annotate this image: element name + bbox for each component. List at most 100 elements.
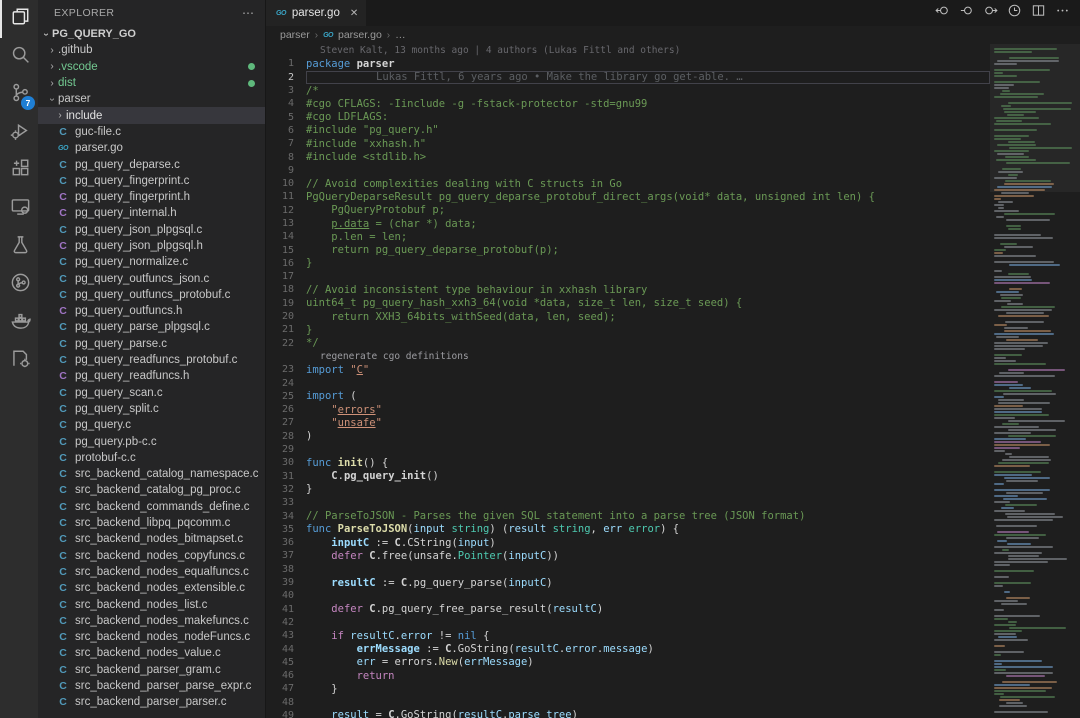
code-line-18[interactable]: 18// Avoid inconsistent type behaviour i… xyxy=(266,283,990,296)
code-line-29[interactable]: 29 xyxy=(266,443,990,456)
code-line-35[interactable]: 35func ParseToJSON(input string) (result… xyxy=(266,523,990,536)
code-line-8[interactable]: 8#include <stdlib.h> xyxy=(266,150,990,163)
sidebar-more-actions-icon[interactable]: ⋯ xyxy=(242,6,255,20)
open-changes-button[interactable] xyxy=(956,3,976,23)
tree-file-pg_query_scan.c[interactable]: Cpg_query_scan.c xyxy=(38,385,265,401)
more-actions-button[interactable] xyxy=(1052,3,1072,23)
open-changes-with-previous-revision-button[interactable] xyxy=(932,3,952,23)
code-line-33[interactable]: 33 xyxy=(266,496,990,509)
code-line-2[interactable]: 2Lukas Fittl, 6 years ago • Make the lib… xyxy=(266,71,990,84)
code-line-10[interactable]: 10// Avoid complexities dealing with C s… xyxy=(266,177,990,190)
code-line-12[interactable]: 12 PgQueryProtobuf p; xyxy=(266,204,990,217)
code-line-37[interactable]: 37 defer C.free(unsafe.Pointer(inputC)) xyxy=(266,549,990,562)
code-line-36[interactable]: 36 inputC := C.CString(input) xyxy=(266,536,990,549)
code-line-23[interactable]: 23import "C" xyxy=(266,363,990,376)
tree-file-src_backend_nodes_value.c[interactable]: Csrc_backend_nodes_value.c xyxy=(38,645,265,661)
tree-file-src_backend_nodes_makefuncs.c[interactable]: Csrc_backend_nodes_makefuncs.c xyxy=(38,613,265,629)
code-line-15[interactable]: 15 return pg_query_deparse_protobuf(p); xyxy=(266,243,990,256)
tree-root-pg_query_go[interactable]: ›PG_QUERY_GO xyxy=(38,26,265,42)
code-line-39[interactable]: 39 resultC := C.pg_query_parse(inputC) xyxy=(266,576,990,589)
tab-parser-go[interactable]: GO parser.go ✕ xyxy=(266,0,366,26)
tree-file-src_backend_nodes_copyfuncs.c[interactable]: Csrc_backend_nodes_copyfuncs.c xyxy=(38,548,265,564)
tree-folder-.github[interactable]: ›.github xyxy=(38,42,265,58)
tree-file-pg_query_json_plpgsql.c[interactable]: Cpg_query_json_plpgsql.c xyxy=(38,222,265,238)
tree-file-guc-file.c[interactable]: Cguc-file.c xyxy=(38,124,265,140)
tree-file-pg_query.c[interactable]: Cpg_query.c xyxy=(38,417,265,433)
code-line-20[interactable]: 20 return XXH3_64bits_withSeed(data, len… xyxy=(266,310,990,323)
code-line-17[interactable]: 17 xyxy=(266,270,990,283)
activitybar-extensions[interactable] xyxy=(0,152,38,190)
editor-pane[interactable]: Steven Kalt, 13 months ago | 4 authors (… xyxy=(266,44,1080,718)
tree-file-src_backend_nodes_bitmapset.c[interactable]: Csrc_backend_nodes_bitmapset.c xyxy=(38,531,265,547)
code-line-38[interactable]: 38 xyxy=(266,563,990,576)
tree-file-parser.go[interactable]: GOparser.go xyxy=(38,140,265,156)
code-line-42[interactable]: 42 xyxy=(266,616,990,629)
tree-file-pg_query_split.c[interactable]: Cpg_query_split.c xyxy=(38,401,265,417)
code-area[interactable]: Steven Kalt, 13 months ago | 4 authors (… xyxy=(266,44,990,718)
activitybar-search[interactable] xyxy=(0,38,38,76)
breadcrumb-symbol[interactable]: … xyxy=(395,29,406,41)
tree-file-pg_query_fingerprint.c[interactable]: Cpg_query_fingerprint.c xyxy=(38,173,265,189)
tree-file-src_backend_parser_gram.c[interactable]: Csrc_backend_parser_gram.c xyxy=(38,662,265,678)
code-line-11[interactable]: 11PgQueryDeparseResult pg_query_deparse_… xyxy=(266,190,990,203)
tree-file-pg_query_json_plpgsql.h[interactable]: Cpg_query_json_plpgsql.h xyxy=(38,238,265,254)
tree-file-src_backend_libpq_pqcomm.c[interactable]: Csrc_backend_libpq_pqcomm.c xyxy=(38,515,265,531)
code-line-13[interactable]: 13 p.data = (char *) data; xyxy=(266,217,990,230)
tree-file-protobuf-c.c[interactable]: Cprotobuf-c.c xyxy=(38,450,265,466)
code-line-47[interactable]: 47 } xyxy=(266,682,990,695)
activitybar-explorer[interactable] xyxy=(0,0,38,38)
code-line-49[interactable]: 49 result = C.GoString(resultC.parse_tre… xyxy=(266,709,990,718)
tree-file-pg_query_fingerprint.h[interactable]: Cpg_query_fingerprint.h xyxy=(38,189,265,205)
code-line-3[interactable]: 3/* xyxy=(266,84,990,97)
tree-file-src_backend_nodes_list.c[interactable]: Csrc_backend_nodes_list.c xyxy=(38,596,265,612)
code-line-21[interactable]: 21} xyxy=(266,323,990,336)
code-line-9[interactable]: 9 xyxy=(266,164,990,177)
tree-file-pg_query_parse_plpgsql.c[interactable]: Cpg_query_parse_plpgsql.c xyxy=(38,319,265,335)
tab-close-icon[interactable]: ✕ xyxy=(350,8,358,19)
code-line-7[interactable]: 7#include "xxhash.h" xyxy=(266,137,990,150)
tree-file-pg_query_outfuncs_protobuf.c[interactable]: Cpg_query_outfuncs_protobuf.c xyxy=(38,287,265,303)
code-line-4[interactable]: 4#cgo CFLAGS: -Iinclude -g -fstack-prote… xyxy=(266,97,990,110)
tree-file-pg_query.pb-c.c[interactable]: Cpg_query.pb-c.c xyxy=(38,433,265,449)
code-line-19[interactable]: 19uint64_t pg_query_hash_xxh3_64(void *d… xyxy=(266,297,990,310)
activitybar-remote-explorer[interactable] xyxy=(0,190,38,228)
tree-folder-.vscode[interactable]: ›.vscode xyxy=(38,59,265,75)
code-line-25[interactable]: 25import ( xyxy=(266,390,990,403)
tree-folder-parser[interactable]: ›parser xyxy=(38,91,265,107)
activitybar-gitlens[interactable] xyxy=(0,266,38,304)
activitybar-file-settings[interactable] xyxy=(0,342,38,380)
activitybar-source-control[interactable]: 7 xyxy=(0,76,38,114)
tree-folder-dist[interactable]: ›dist xyxy=(38,75,265,91)
code-line-46[interactable]: 46 return xyxy=(266,669,990,682)
tree-file-src_backend_catalog_pg_proc.c[interactable]: Csrc_backend_catalog_pg_proc.c xyxy=(38,482,265,498)
tree-file-src_backend_nodes_equalfuncs.c[interactable]: Csrc_backend_nodes_equalfuncs.c xyxy=(38,564,265,580)
code-line-16[interactable]: 16} xyxy=(266,257,990,270)
tree-file-pg_query_parse.c[interactable]: Cpg_query_parse.c xyxy=(38,336,265,352)
tree-file-src_backend_commands_define.c[interactable]: Csrc_backend_commands_define.c xyxy=(38,499,265,515)
code-line-1[interactable]: 1package parser xyxy=(266,57,990,70)
code-line-41[interactable]: 41 defer C.pg_query_free_parse_result(re… xyxy=(266,602,990,615)
breadcrumb-file[interactable]: parser.go xyxy=(338,29,382,41)
code-line-24[interactable]: 24 xyxy=(266,376,990,389)
code-line-45[interactable]: 45 err = errors.New(errMessage) xyxy=(266,656,990,669)
activitybar-testing[interactable] xyxy=(0,228,38,266)
code-line-43[interactable]: 43 if resultC.error != nil { xyxy=(266,629,990,642)
code-line-31[interactable]: 31 C.pg_query_init() xyxy=(266,470,990,483)
code-line-48[interactable]: 48 xyxy=(266,696,990,709)
code-line-26[interactable]: 26 "errors" xyxy=(266,403,990,416)
tree-file-pg_query_deparse.c[interactable]: Cpg_query_deparse.c xyxy=(38,156,265,172)
code-line-14[interactable]: 14 p.len = len; xyxy=(266,230,990,243)
tree-file-src_backend_nodes_extensible.c[interactable]: Csrc_backend_nodes_extensible.c xyxy=(38,580,265,596)
code-line-30[interactable]: 30func init() { xyxy=(266,456,990,469)
tree-file-src_backend_nodes_nodeFuncs.c[interactable]: Csrc_backend_nodes_nodeFuncs.c xyxy=(38,629,265,645)
tree-folder-include[interactable]: ›include xyxy=(38,107,265,123)
split-editor-button[interactable] xyxy=(1028,3,1048,23)
code-line-5[interactable]: 5#cgo LDFLAGS: xyxy=(266,110,990,123)
tree-file-pg_query_internal.h[interactable]: Cpg_query_internal.h xyxy=(38,205,265,221)
activitybar-run-debug[interactable] xyxy=(0,114,38,152)
tree-file-src_backend_catalog_namespace.c[interactable]: Csrc_backend_catalog_namespace.c xyxy=(38,466,265,482)
breadcrumb-folder[interactable]: parser xyxy=(280,29,310,41)
file-history-button[interactable] xyxy=(1004,3,1024,23)
code-line-6[interactable]: 6#include "pg_query.h" xyxy=(266,124,990,137)
minimap[interactable] xyxy=(990,44,1080,718)
